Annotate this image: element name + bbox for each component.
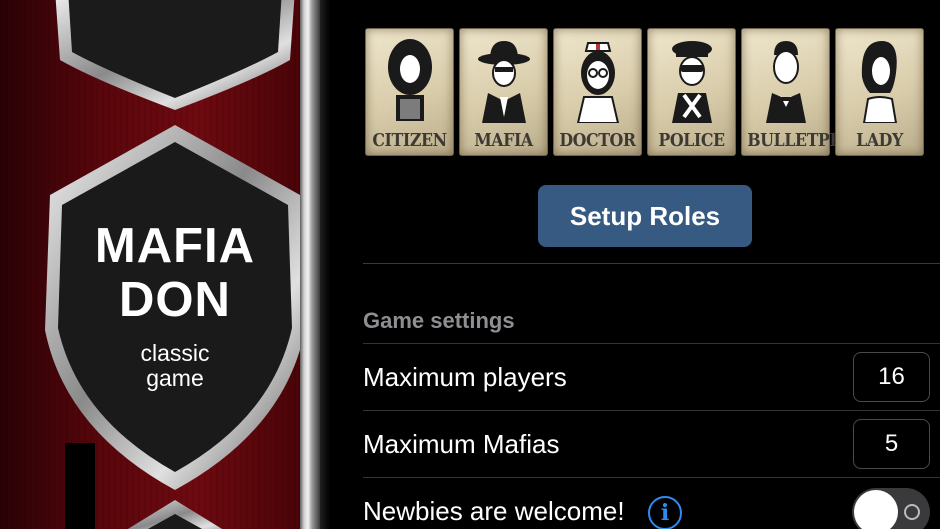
role-card-police[interactable]: POLICE [647,28,736,156]
max-mafias-input[interactable]: 5 [853,419,930,469]
app-subtitle-line1: classic [140,340,210,366]
toggle-knob [854,490,898,529]
role-cards: CITIZEN MAFIA DOCTOR POLICE BULLETPROOF … [365,28,924,156]
role-name-police: POLICE [658,130,725,151]
doctor-icon [576,42,620,123]
max-players-label: Maximum players [363,362,567,392]
section-title-game-settings: Game settings [363,308,515,333]
app-title-line1: MAFIA [94,219,256,273]
role-name-mafia: MAFIA [474,130,533,151]
top-shield [55,0,295,110]
role-card-citizen[interactable]: CITIZEN [365,28,454,156]
bottom-shield [127,500,223,529]
toggle-off-indicator [904,504,920,520]
police-icon [672,41,712,123]
setup-roles-button[interactable]: Setup Roles [538,185,752,247]
role-card-doctor[interactable]: DOCTOR [553,28,642,156]
game-settings-panel: CITIZEN MAFIA DOCTOR POLICE BULLETPROOF … [330,0,940,529]
role-card-mafia[interactable]: MAFIA [459,28,548,156]
role-name-doctor: DOCTOR [559,130,636,151]
newbies-toggle[interactable] [852,488,930,529]
setting-row-max-mafias: Maximum Mafias 5 [363,410,940,476]
info-icon[interactable]: i [648,496,682,529]
newbies-label: Newbies are welcome! [363,496,625,526]
mafia-icon [478,41,530,123]
citizen-icon [388,39,432,121]
lady-icon [861,41,898,123]
max-mafias-label: Maximum Mafias [363,429,560,459]
bulletproof-icon [766,41,806,123]
strap [65,443,95,529]
role-card-lady[interactable]: LADY [835,28,924,156]
setting-row-max-players: Maximum players 16 [363,343,940,409]
role-card-bulletproof[interactable]: BULLETPROOF [741,28,880,156]
role-name-citizen: CITIZEN [372,130,447,151]
divider [363,263,940,264]
app-title-line2: DON [119,273,231,327]
app-subtitle-line2: game [146,365,204,391]
role-name-lady: LADY [856,130,903,151]
setting-row-newbies: Newbies are welcome! i [363,477,940,529]
role-name-bulletproof: BULLETPROOF [747,130,880,151]
max-players-input[interactable]: 16 [853,352,930,402]
